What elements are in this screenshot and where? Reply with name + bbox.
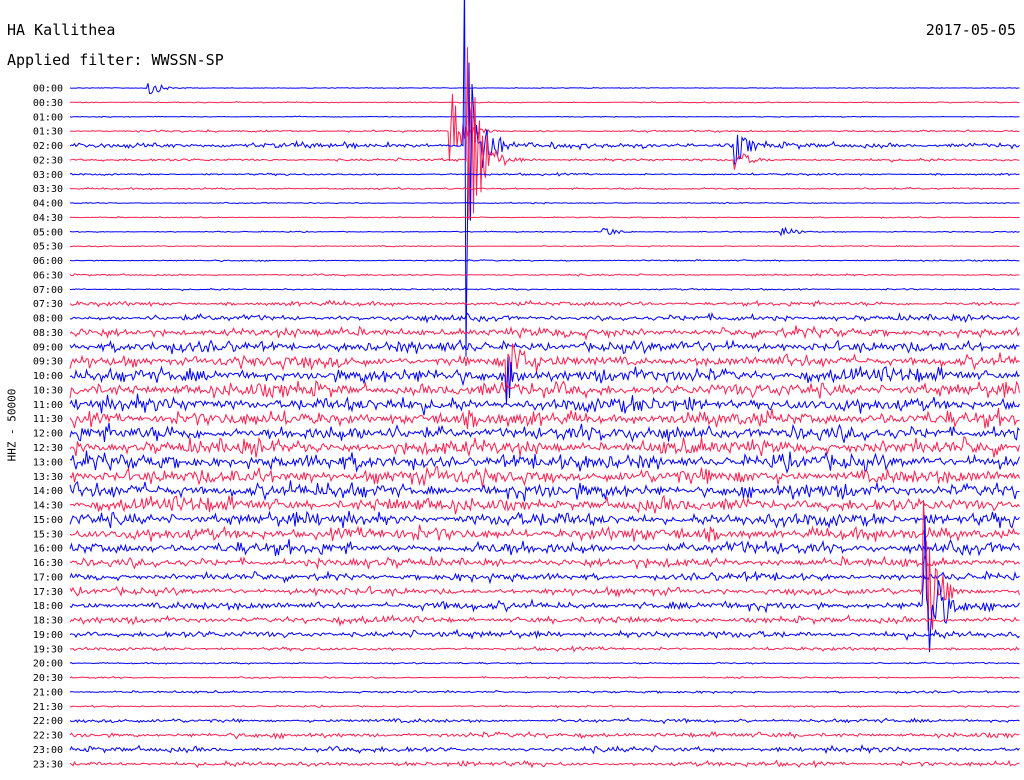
tick-label: 03:00 — [33, 170, 63, 181]
trace-18:30 — [69, 614, 1020, 627]
tick-label: 14:00 — [33, 486, 63, 497]
trace-01:00 — [69, 115, 1020, 118]
trace-11:00 — [69, 393, 1020, 416]
trace-lines — [69, 0, 1020, 769]
trace-08:30 — [69, 325, 1020, 341]
tick-label: 00:30 — [33, 98, 63, 109]
tick-label: 21:00 — [33, 687, 63, 698]
trace-20:00 — [69, 661, 1020, 665]
tick-label: 04:30 — [33, 213, 63, 224]
tick-label: 06:00 — [33, 256, 63, 267]
trace-13:00 — [69, 450, 1020, 474]
tick-label: 06:30 — [33, 270, 63, 281]
helicorder-plot: 00:00 00:30 01:00 01:30 02:00 02:30 03:00 03:30… — [33, 0, 1020, 771]
trace-03:30 — [69, 186, 1020, 191]
tick-label: 19:30 — [33, 644, 63, 655]
trace-09:00 — [69, 338, 1020, 355]
tick-label: 13:00 — [33, 457, 63, 468]
trace-10:00 — [69, 357, 1020, 405]
tick-label: 16:00 — [33, 544, 63, 555]
tick-label: 11:00 — [33, 400, 63, 411]
tick-label: 09:30 — [33, 357, 63, 368]
tick-label: 16:30 — [33, 558, 63, 569]
trace-22:30 — [69, 730, 1020, 740]
tick-label: 00:00 — [33, 84, 63, 95]
tick-label: 02:00 — [33, 141, 63, 152]
tick-label: 02:30 — [33, 155, 63, 166]
tick-label: 11:30 — [33, 414, 63, 425]
tick-label: 20:30 — [33, 673, 63, 684]
tick-label: 03:30 — [33, 184, 63, 195]
trace-05:30 — [69, 244, 1020, 248]
trace-02:30 — [69, 47, 1020, 221]
tick-label: 08:30 — [33, 328, 63, 339]
trace-21:30 — [70, 704, 1020, 709]
trace-04:30 — [69, 216, 1020, 219]
trace-00:30 — [69, 100, 1020, 104]
trace-15:30 — [69, 524, 1020, 543]
tick-label: 23:30 — [33, 759, 63, 770]
trace-04:00 — [69, 201, 1020, 205]
tick-label: 12:00 — [33, 429, 63, 440]
trace-12:00 — [69, 422, 1020, 443]
trace-14:30 — [69, 494, 1020, 515]
trace-07:30 — [69, 299, 1020, 308]
tick-label: 09:00 — [33, 342, 63, 353]
trace-08:00 — [69, 311, 1020, 324]
trace-23:30 — [69, 759, 1020, 769]
trace-03:00 — [69, 172, 1020, 177]
tick-label: 20:00 — [33, 659, 63, 670]
trace-10:30 — [69, 380, 1020, 400]
trace-01:30 — [70, 93, 1020, 162]
tick-label: 05:00 — [33, 227, 63, 238]
trace-11:30 — [69, 407, 1020, 430]
tick-label: 15:00 — [33, 515, 63, 526]
tick-label: 07:30 — [33, 299, 63, 310]
trace-21:00 — [69, 689, 1020, 695]
tick-label: 23:00 — [33, 745, 63, 756]
trace-16:00 — [69, 538, 1020, 557]
tick-label: 01:30 — [33, 127, 63, 138]
trace-14:00 — [69, 480, 1020, 502]
trace-12:30 — [69, 435, 1020, 458]
tick-label: 10:00 — [33, 371, 63, 382]
tick-label: 19:00 — [33, 630, 63, 641]
tick-label: 22:30 — [33, 731, 63, 742]
trace-07:00 — [69, 287, 1020, 292]
trace-16:30 — [69, 555, 1020, 571]
tick-label: 22:00 — [33, 716, 63, 727]
tick-label: 15:30 — [33, 529, 63, 540]
trace-22:00 — [69, 717, 1020, 725]
trace-19:30 — [69, 645, 1020, 653]
trace-17:00 — [69, 570, 1020, 585]
tick-label: 18:00 — [33, 601, 63, 612]
trace-20:30 — [69, 675, 1020, 680]
trace-23:00 — [69, 744, 1020, 755]
time-tick-labels: 00:00 00:30 01:00 01:30 02:00 02:30 03:00 03:30… — [33, 84, 63, 771]
trace-15:00 — [69, 510, 1020, 529]
tick-label: 04:00 — [33, 199, 63, 210]
tick-label: 13:30 — [33, 472, 63, 483]
tick-label: 18:30 — [33, 616, 63, 627]
tick-label: 10:30 — [33, 385, 63, 396]
trace-00:00 — [69, 83, 1020, 95]
tick-label: 14:30 — [33, 501, 63, 512]
tick-label: 17:00 — [33, 572, 63, 583]
trace-18:00 — [69, 515, 1020, 653]
trace-06:30 — [69, 273, 1020, 277]
trace-05:00 — [69, 226, 1020, 237]
trace-19:00 — [69, 628, 1020, 641]
tick-label: 12:30 — [33, 443, 63, 454]
tick-label: 17:30 — [33, 587, 63, 598]
tick-label: 01:00 — [33, 112, 63, 123]
tick-label: 21:30 — [33, 702, 63, 713]
tick-label: 07:00 — [33, 285, 63, 296]
trace-06:00 — [69, 259, 1020, 263]
tick-label: 08:00 — [33, 314, 63, 325]
tick-label: 05:30 — [33, 242, 63, 253]
